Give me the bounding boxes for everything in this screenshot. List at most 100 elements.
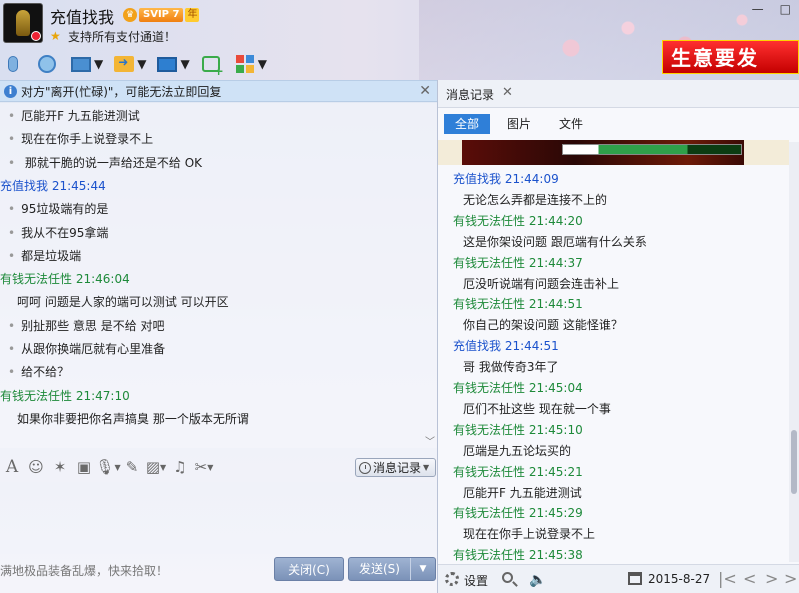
chat-toolbar: ▼ ▼ ▼ ▼	[0, 50, 275, 78]
chat-message-line: • 我从不在95拿端	[0, 224, 108, 241]
chat-sender-line: 有钱无法任性 21:47:10	[0, 387, 130, 404]
avatar[interactable]	[3, 3, 43, 43]
chevron-down-icon[interactable]: ▼	[180, 57, 189, 71]
edit-button[interactable]: ✎	[120, 456, 144, 478]
bullet-icon: •	[8, 132, 16, 147]
chat-line-text: 有钱无法任性 21:46:04	[0, 272, 130, 287]
calendar-icon[interactable]	[628, 572, 642, 585]
chat-message-line: • 从跟你换端厄就有心里准备	[0, 340, 165, 357]
bullet-icon: •	[8, 155, 16, 170]
send-button-group[interactable]: 发送(S) ▼	[348, 557, 436, 581]
close-icon[interactable]: ✕	[502, 85, 513, 100]
apps-grid-icon	[235, 55, 254, 73]
chat-sender-line: 有钱无法任性 21:46:04	[0, 270, 130, 287]
chevron-down-icon: ▼	[160, 462, 167, 472]
font-button[interactable]: A	[0, 456, 24, 478]
nudge-button[interactable]: ✶	[48, 456, 72, 478]
chat-message-area[interactable]: ﹀ • 厄能开F 九五能进测试 • 现在在你手上说登录不上 • 那就干脆的说一声给还是不…	[0, 103, 437, 448]
chat-line-text: 如果你非要把你名声搞臭 那一个版本无所谓	[17, 411, 249, 426]
chat-message-line: • 现在在你手上说登录不上	[0, 130, 153, 147]
bullet-icon: •	[8, 318, 16, 333]
history-sender-line: 充值找我 21:44:51	[453, 339, 559, 354]
screenshot-button[interactable]: ✂ ▼	[192, 456, 216, 478]
gif-button[interactable]: ▣	[72, 456, 96, 478]
history-image-thumbnail[interactable]	[462, 140, 744, 165]
send-options-chevron-icon[interactable]: ▼	[411, 558, 435, 580]
chat-sender-line: 充值找我 21:45:44	[0, 177, 106, 194]
svip-crown-icon: ♛	[123, 8, 137, 22]
speaker-icon[interactable]: 🔈	[529, 572, 546, 588]
chevron-down-icon: ▼	[423, 463, 430, 472]
history-panel: 消息记录 ✕ 全部 图片 文件 充值找我 21:44:09 无论怎么弄都是连接不上…	[438, 80, 799, 593]
maximize-button[interactable]: □	[780, 2, 791, 16]
history-sender-line: 有钱无法任性 21:45:38	[453, 548, 583, 563]
prev-page-icon[interactable]: <	[743, 569, 756, 588]
contact-name[interactable]: 充值找我	[50, 4, 114, 28]
settings-label[interactable]: 设置	[464, 572, 488, 589]
send-file-button[interactable]	[111, 52, 137, 76]
filter-all[interactable]: 全部	[444, 114, 491, 134]
close-button[interactable]: 关闭(C)	[274, 557, 344, 581]
history-message-line: 厄能开F 九五能进测试	[463, 485, 582, 500]
promo-banner[interactable]: 生意要发	[662, 40, 799, 74]
scrollbar-thumb[interactable]	[791, 430, 797, 494]
gear-icon[interactable]	[445, 572, 459, 586]
chat-message-line: • 别扯那些 意思 是不给 对吧	[0, 317, 165, 334]
svip-badge: SVIP 7	[139, 8, 184, 22]
history-date[interactable]: 2015-8-27	[648, 572, 710, 586]
history-footer: 设置 🔈 2015-8-27 |< < > >|	[438, 564, 799, 593]
first-page-icon[interactable]: |<	[718, 569, 737, 588]
chat-line-text: 充值找我 21:45:44	[0, 178, 106, 193]
chat-message-line: 呵呵 问题是人家的端可以测试 可以开区	[0, 293, 229, 310]
chat-message-line: 如果你非要把你名声搞臭 那一个版本无所谓	[0, 410, 249, 427]
history-tabbar: 消息记录 ✕	[438, 80, 799, 108]
chevron-down-icon[interactable]: ▼	[137, 57, 146, 71]
contact-signature: 支持所有支付通道！	[68, 30, 177, 44]
chat-line-text: 有钱无法任性 21:47:10	[0, 388, 130, 403]
image-button[interactable]: ▨ ▼	[144, 456, 168, 478]
bullet-icon: •	[8, 342, 16, 356]
chat-line-text: 那就干脆的说一声给还是不给 OK	[21, 155, 203, 170]
emoji-button[interactable]: ☺	[24, 456, 48, 478]
message-input[interactable]	[0, 482, 437, 554]
music-button[interactable]: ♫	[168, 456, 192, 478]
filter-files[interactable]: 文件	[548, 114, 594, 134]
apps-button[interactable]	[232, 52, 258, 76]
ad-ticker[interactable]: 满地极品装备乱爆，快来拾取！	[0, 562, 168, 579]
history-sender-line: 有钱无法任性 21:45:29	[453, 506, 583, 521]
minimize-button[interactable]: —	[752, 2, 764, 16]
filter-images[interactable]: 图片	[496, 114, 542, 134]
close-icon[interactable]: ✕	[419, 83, 431, 99]
message-history-button[interactable]: 消息记录 ▼	[355, 458, 436, 477]
screen-share-button[interactable]	[68, 52, 94, 76]
remote-desktop-button[interactable]	[154, 52, 180, 76]
tab-message-history[interactable]: 消息记录	[446, 86, 494, 103]
chevron-down-icon[interactable]: ▼	[94, 57, 103, 71]
send-button[interactable]: 发送(S)	[349, 558, 411, 580]
font-icon: A	[5, 457, 19, 477]
away-notice-bar: i 对方"离开(忙碌)"，可能无法立即回复 ✕	[0, 80, 437, 102]
last-page-icon[interactable]: >|	[784, 569, 799, 588]
voice-call-button[interactable]	[0, 52, 26, 76]
scroll-down-icon[interactable]: ﹀	[425, 433, 435, 448]
history-message-line: 哥 我做传奇3年了	[463, 360, 559, 375]
gif-icon: ▣	[76, 458, 92, 476]
history-message-line: 无论怎么弄都是连接不上的	[463, 192, 608, 207]
history-message-list[interactable]: 充值找我 21:44:09 无论怎么弄都是连接不上的 有钱无法任性 21:44:20…	[438, 140, 789, 564]
chat-line-text: 别扯那些 意思 是不给 对吧	[21, 318, 165, 333]
next-page-icon[interactable]: >	[765, 569, 778, 588]
create-discussion-button[interactable]	[198, 52, 224, 78]
history-scrollbar[interactable]	[789, 142, 799, 562]
chat-line-text: 现在在你手上说登录不上	[21, 132, 154, 147]
history-filter-bar: 全部 图片 文件	[438, 114, 594, 136]
bullet-icon: •	[8, 248, 16, 263]
vip-badge-group[interactable]: ♛ SVIP 7 年	[123, 7, 200, 23]
chat-message-line: • 都是垃圾端	[0, 247, 81, 264]
microphone-icon	[8, 56, 18, 72]
chat-line-text: 给不给？	[21, 365, 70, 380]
chevron-down-icon[interactable]: ▼	[258, 57, 267, 71]
video-call-button[interactable]	[34, 52, 60, 76]
voice-message-button[interactable]: 🎙 ▼	[95, 456, 120, 478]
search-icon[interactable]	[502, 572, 513, 583]
bullet-icon: •	[8, 109, 16, 123]
